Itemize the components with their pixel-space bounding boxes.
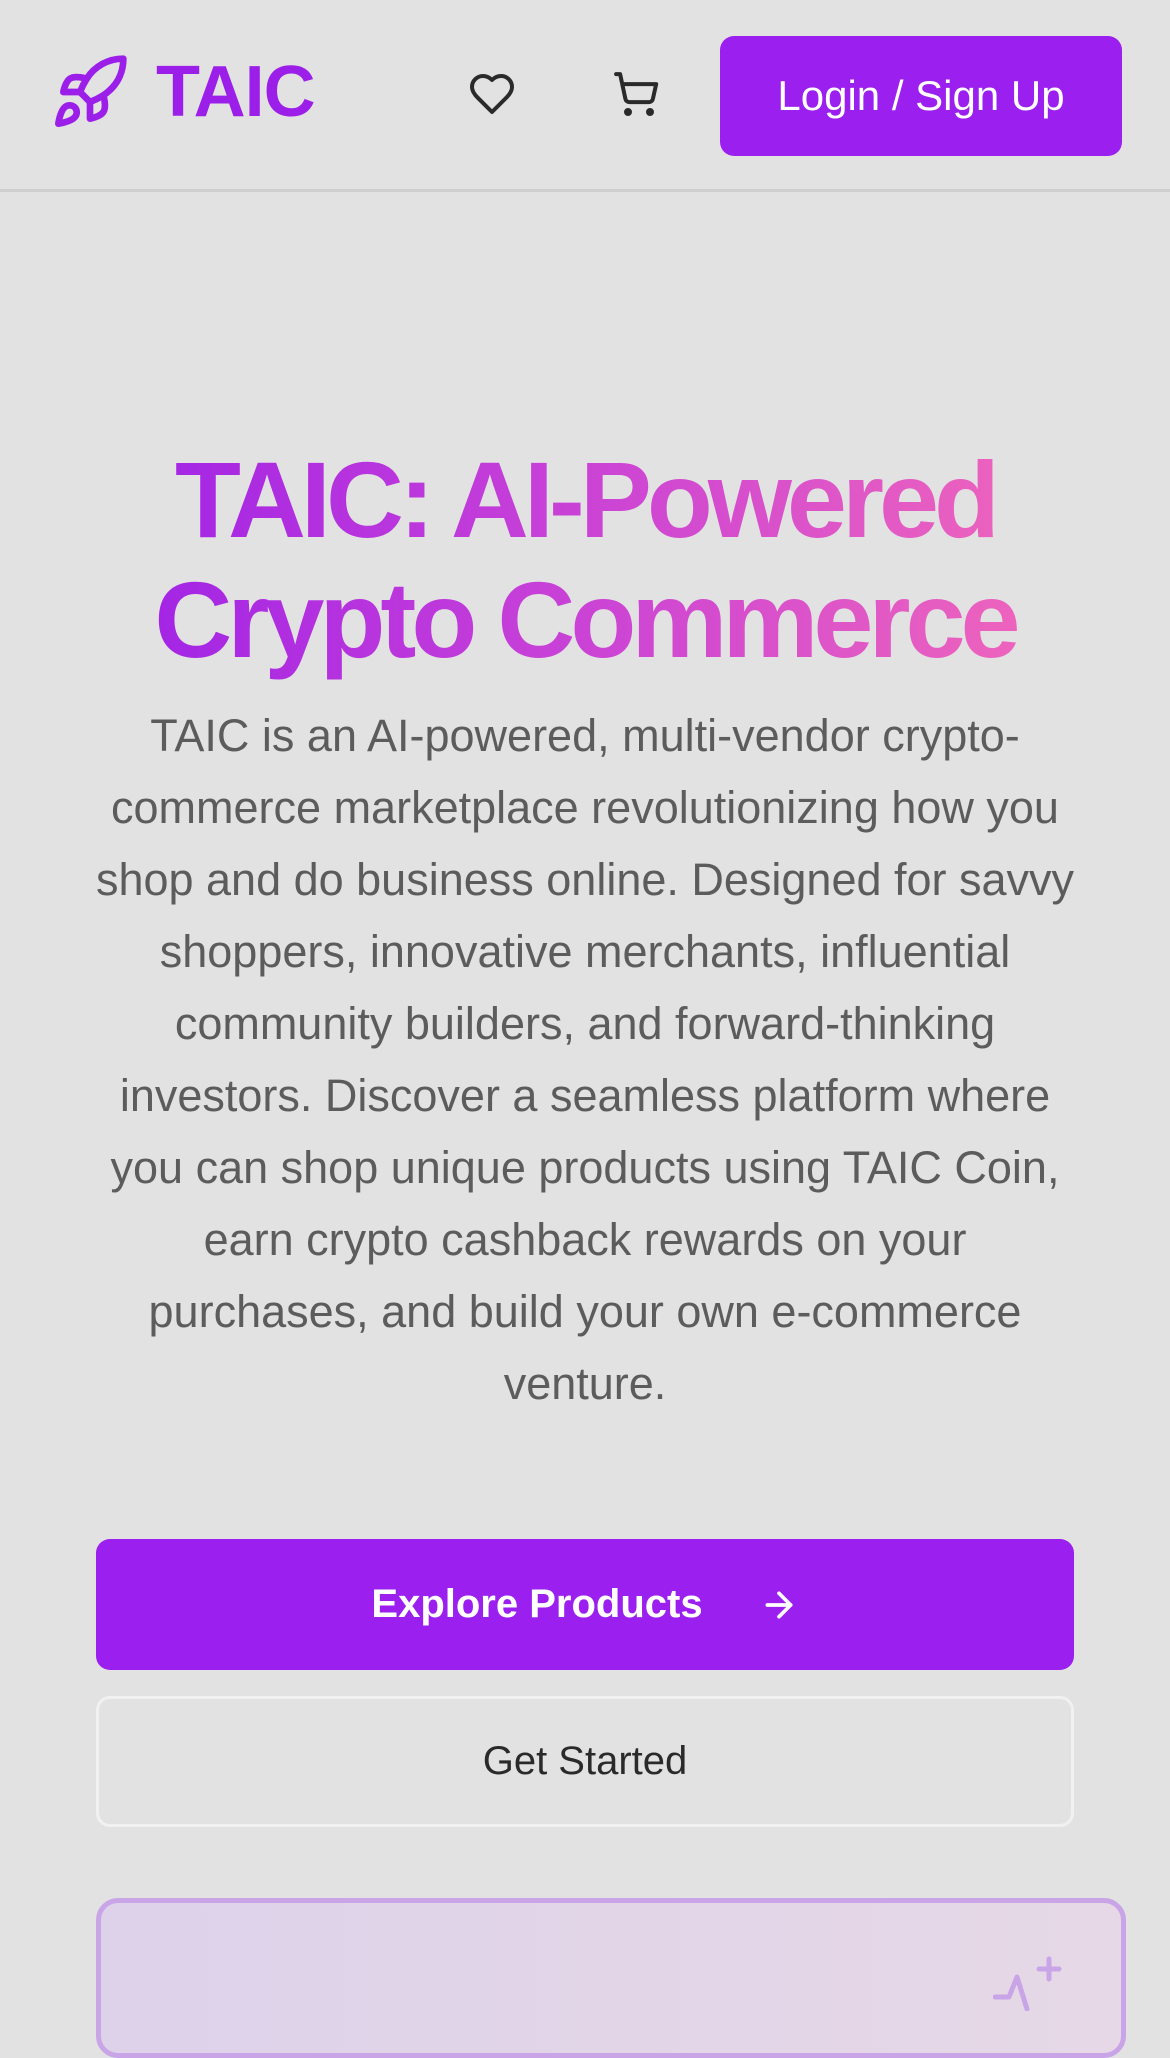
brand-logo[interactable]: TAIC — [50, 52, 316, 132]
heart-icon — [468, 70, 516, 123]
rocket-icon — [50, 52, 130, 132]
get-started-button[interactable]: Get Started — [96, 1696, 1074, 1827]
feature-card — [96, 1898, 1126, 2058]
login-signup-button[interactable]: Login / Sign Up — [720, 36, 1122, 156]
sparkle-activity-icon — [992, 1951, 1073, 2012]
explore-products-label: Explore Products — [371, 1582, 703, 1626]
arrow-right-icon — [759, 1585, 799, 1625]
get-started-label: Get Started — [482, 1739, 688, 1783]
brand-name: TAIC — [156, 52, 316, 132]
shopping-cart-icon — [612, 70, 660, 123]
wishlist-button[interactable] — [460, 64, 524, 128]
hero-title: TAIC: AI-Powered Crypto Commerce — [60, 440, 1110, 680]
site-header: TAIC Login / Sign Up — [0, 0, 1170, 192]
explore-products-button[interactable]: Explore Products — [96, 1539, 1074, 1670]
cart-button[interactable] — [604, 64, 668, 128]
hero-description: TAIC is an AI-powered, multi-vendor cryp… — [95, 710, 1075, 1409]
